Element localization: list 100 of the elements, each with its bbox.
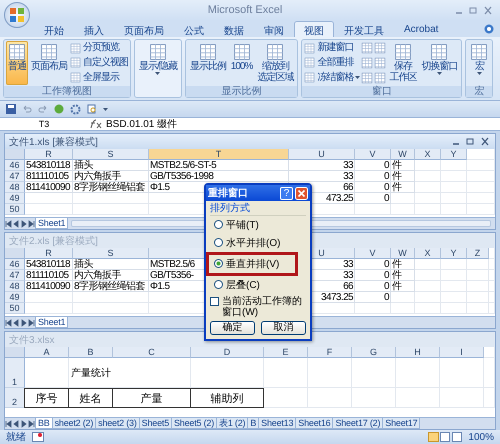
ribbon-tab[interactable]: 数据: [214, 21, 254, 37]
radio-icon[interactable]: [214, 220, 223, 229]
ribbon-button[interactable]: 保存 工作区: [387, 41, 418, 85]
column-header[interactable]: G: [352, 347, 396, 358]
row-header[interactable]: 50: [5, 204, 25, 215]
ribbon-tab[interactable]: 开始: [34, 21, 74, 37]
sheet-navigation-icon[interactable]: [5, 220, 35, 228]
column-header[interactable]: B: [69, 347, 113, 358]
window-controls-icon[interactable]: [454, 6, 494, 14]
column-header[interactable]: X: [415, 248, 441, 259]
column-header[interactable]: Y: [441, 248, 467, 259]
column-header[interactable]: A: [25, 347, 69, 358]
ribbon-button[interactable]: 新建窗口: [304, 42, 360, 54]
sheet-tab[interactable]: BB: [35, 418, 53, 429]
row-header[interactable]: 50: [5, 303, 25, 314]
row-header[interactable]: 2: [5, 388, 25, 408]
sheet-tab[interactable]: Sheet16: [295, 418, 334, 429]
radio-option[interactable]: 水平并排(O): [210, 236, 280, 248]
ribbon-button[interactable]: 缩放到 选定区域: [255, 41, 296, 85]
radio-icon[interactable]: [214, 259, 223, 268]
row-header[interactable]: 46: [5, 259, 25, 270]
sheet-tab[interactable]: Sheet13: [258, 418, 296, 429]
sheet-tab[interactable]: Sheet1: [35, 218, 68, 229]
sheet-tab[interactable]: Sheet5: [138, 418, 172, 429]
row-header[interactable]: 49: [5, 193, 25, 204]
row-header[interactable]: 48: [5, 281, 25, 292]
view-buttons-icon[interactable]: [428, 432, 462, 442]
dialog-button[interactable]: 确定: [210, 321, 255, 335]
ribbon-button[interactable]: 宏: [468, 41, 490, 85]
record-macro-icon[interactable]: [32, 432, 44, 442]
ribbon-tab[interactable]: Acrobat: [394, 21, 448, 37]
ribbon-button[interactable]: 冻结窗格: [304, 72, 360, 84]
column-header[interactable]: X: [415, 149, 441, 160]
ribbon-tab[interactable]: 审阅: [254, 21, 294, 37]
column-header[interactable]: W: [391, 149, 415, 160]
ribbon-button[interactable]: 页面布局: [29, 41, 69, 85]
column-header[interactable]: S: [73, 149, 149, 160]
gear-icon[interactable]: [70, 104, 81, 114]
radio-option[interactable]: 平铺(T): [210, 218, 259, 230]
checkbox-icon[interactable]: [210, 297, 219, 306]
office-button[interactable]: [4, 2, 30, 28]
column-header[interactable]: U: [289, 149, 355, 160]
column-header[interactable]: R: [25, 248, 73, 259]
column-header[interactable]: I: [440, 347, 484, 358]
ribbon-button[interactable]: 全屏显示: [70, 72, 128, 84]
sheet-tab[interactable]: 表1 (2): [216, 418, 248, 429]
save-icon[interactable]: [6, 104, 16, 114]
formula-field[interactable]: BSD.01.01 缀件: [106, 117, 178, 131]
column-header[interactable]: H: [396, 347, 440, 358]
radio-icon[interactable]: [214, 238, 223, 247]
ribbon-tab[interactable]: 视图: [294, 21, 334, 37]
help-button[interactable]: ?: [280, 186, 293, 200]
sheet-tab[interactable]: Sheet17 (2): [332, 418, 384, 429]
window-controls-icon[interactable]: [451, 137, 491, 146]
radio-icon[interactable]: [214, 280, 223, 289]
ribbon-button[interactable]: 100%: [228, 41, 254, 85]
radio-option[interactable]: 垂直并排(V): [210, 258, 280, 270]
ribbon-button[interactable]: 全部重排: [304, 56, 360, 69]
row-header[interactable]: 47: [5, 171, 25, 182]
ribbon-button[interactable]: 分页预览: [70, 42, 128, 54]
column-header[interactable]: S: [73, 248, 149, 259]
function-icon[interactable]: [88, 119, 102, 129]
column-header[interactable]: W: [391, 248, 415, 259]
ribbon-tab[interactable]: 公式: [174, 21, 214, 37]
row-header[interactable]: 46: [5, 160, 25, 171]
ribbon-tab[interactable]: 插入: [74, 21, 114, 37]
ribbon-button[interactable]: 自定义视图: [70, 56, 128, 69]
name-box[interactable]: T3: [4, 119, 84, 129]
sheet-tab[interactable]: Sheet5 (2): [171, 418, 218, 429]
ribbon-button[interactable]: 显示比例: [188, 41, 228, 85]
row-header[interactable]: 48: [5, 182, 25, 193]
ribbon-button[interactable]: 切换窗口: [419, 41, 460, 85]
close-icon[interactable]: [295, 186, 308, 200]
help-icon[interactable]: [484, 24, 494, 34]
row-header[interactable]: 47: [5, 270, 25, 281]
sheet-navigation-icon[interactable]: [5, 420, 35, 428]
row-header[interactable]: 1: [5, 358, 25, 388]
ribbon-tab[interactable]: 开发工具: [334, 21, 394, 37]
column-header[interactable]: C: [113, 347, 191, 358]
column-header[interactable]: T: [149, 149, 289, 160]
radio-option[interactable]: 层叠(C): [210, 278, 260, 290]
column-header[interactable]: E: [264, 347, 308, 358]
sheet-navigation-icon[interactable]: [5, 318, 35, 326]
column-header[interactable]: R: [25, 149, 73, 160]
column-header[interactable]: Z: [467, 248, 489, 259]
sheet-tab[interactable]: Sheet1: [35, 317, 68, 328]
dialog-button[interactable]: 取消: [261, 321, 306, 335]
print-preview-icon[interactable]: [87, 104, 97, 114]
sheet-tab[interactable]: sheet2 (3): [95, 418, 140, 429]
column-header[interactable]: V: [355, 149, 391, 160]
column-header[interactable]: V: [355, 248, 391, 259]
column-header[interactable]: F: [308, 347, 352, 358]
sheet-tab[interactable]: Sheet17: [382, 418, 420, 429]
ribbon-tab[interactable]: 页面布局: [114, 21, 174, 37]
row-header[interactable]: 49: [5, 292, 25, 303]
column-header[interactable]: D: [191, 347, 264, 358]
zoom-level[interactable]: 100%: [468, 432, 494, 442]
column-header[interactable]: Y: [441, 149, 467, 160]
sheet-tab[interactable]: sheet2 (2): [52, 418, 96, 429]
ribbon-button[interactable]: 普通: [6, 41, 28, 85]
